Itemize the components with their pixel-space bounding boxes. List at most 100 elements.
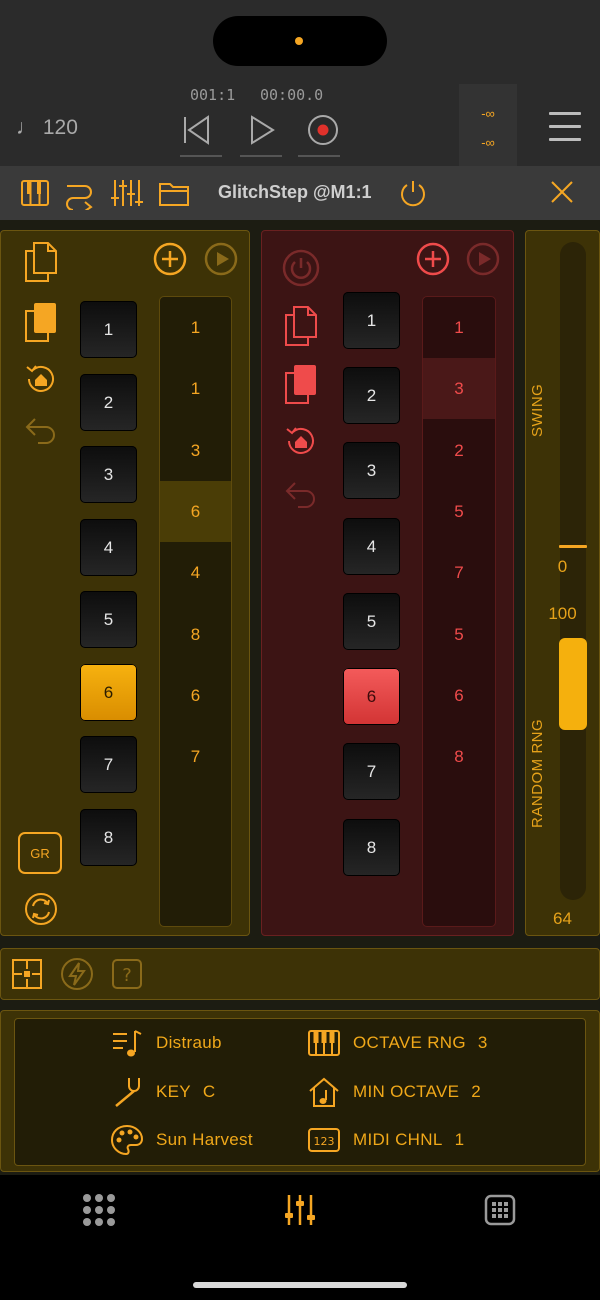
play-circle-icon (466, 242, 500, 276)
min-octave-label: MIN OCTAVE (353, 1082, 460, 1101)
sync-icon[interactable] (22, 890, 60, 928)
sequence-cell[interactable]: 6 (423, 665, 495, 726)
paste-icon[interactable] (22, 300, 60, 344)
left-step-button-3[interactable]: 3 (80, 446, 137, 503)
right-step-button-2[interactable]: 2 (343, 367, 400, 424)
left-sequence-list[interactable]: 1 1 3 6 4 8 6 7 (159, 296, 232, 927)
key-selector[interactable]: KEY C (110, 1076, 216, 1108)
midi-channel-control[interactable]: 123 MIDI CHNL 1 (307, 1124, 464, 1156)
gr-button[interactable]: GR (18, 832, 62, 874)
midi-channel-value: 1 (454, 1130, 465, 1149)
tab-mixer[interactable] (282, 1192, 318, 1228)
octave-range-label: OCTAVE RNG (353, 1033, 466, 1052)
add-step-button[interactable] (152, 241, 188, 277)
mixer-settings-icon[interactable] (111, 178, 143, 208)
sequence-cell[interactable]: 8 (423, 726, 495, 787)
tab-pads[interactable] (81, 1192, 117, 1228)
random-range-top-value: 100 (548, 604, 577, 623)
min-octave-control[interactable]: MIN OCTAVE 2 (307, 1076, 481, 1108)
divider (240, 155, 282, 157)
rewind-button[interactable] (176, 110, 216, 150)
close-icon[interactable] (548, 178, 578, 208)
sequence-cell[interactable]: 1 (423, 297, 495, 358)
play-button[interactable] (242, 110, 282, 150)
right-step-button-3[interactable]: 3 (343, 442, 400, 499)
right-undo-icon[interactable] (282, 478, 320, 512)
camera-notch (213, 16, 387, 66)
right-step-button-1[interactable]: 1 (343, 292, 400, 349)
help-icon[interactable]: ? (110, 957, 144, 991)
left-step-button-6[interactable]: 6 (80, 664, 137, 721)
left-step-button-5[interactable]: 5 (80, 591, 137, 648)
right-step-button-6[interactable]: 6 (343, 668, 400, 725)
plugin-title: GlitchStep @M1:1 (218, 182, 372, 202)
sequence-cell[interactable]: 8 (160, 604, 231, 665)
random-range-slider-handle[interactable] (559, 638, 587, 730)
right-reset-home-icon[interactable] (282, 422, 320, 460)
midi-channel-label: MIDI CHNL (353, 1130, 443, 1149)
right-step-button-4[interactable]: 4 (343, 518, 400, 575)
right-paste-icon[interactable] (282, 362, 320, 406)
right-add-step-button[interactable] (415, 241, 451, 277)
key-label: KEY (156, 1082, 191, 1101)
tuning-fork-icon (110, 1076, 144, 1108)
tab-keypad[interactable] (482, 1192, 518, 1228)
left-step-button-4[interactable]: 4 (80, 519, 137, 576)
swing-label: SWING (529, 383, 546, 437)
octave-range-value: 3 (477, 1033, 488, 1052)
reset-home-icon[interactable] (22, 360, 60, 398)
sequence-cell[interactable]: 4 (160, 542, 231, 603)
hamburger-menu-icon[interactable] (549, 112, 581, 144)
record-button[interactable] (303, 110, 343, 150)
plus-circle-icon (153, 242, 187, 276)
sequence-cell[interactable]: 5 (423, 481, 495, 542)
left-step-button-1[interactable]: 1 (80, 301, 137, 358)
right-power-icon[interactable] (281, 248, 321, 288)
power-icon[interactable] (398, 178, 428, 208)
meter-left-value: -∞ (481, 106, 495, 121)
swing-slider-handle[interactable] (559, 545, 587, 548)
pattern-name: Distraub (156, 1033, 222, 1052)
play-sequence-button[interactable] (203, 241, 239, 277)
left-step-button-7[interactable]: 7 (80, 736, 137, 793)
right-step-button-7[interactable]: 7 (343, 743, 400, 800)
sequence-cell[interactable]: 2 (423, 420, 495, 481)
scale-selector[interactable]: Sun Harvest (110, 1124, 253, 1156)
octave-range-control[interactable]: OCTAVE RNG 3 (307, 1027, 488, 1059)
sequence-cell[interactable]: 7 (160, 726, 231, 787)
sequence-cell-highlighted[interactable]: 3 (423, 358, 495, 419)
right-play-sequence-button[interactable] (465, 241, 501, 277)
sequence-cell[interactable]: 1 (160, 358, 231, 419)
info-panel-inner (14, 1018, 586, 1166)
sequence-cell[interactable]: 3 (160, 420, 231, 481)
home-indicator[interactable] (193, 1282, 407, 1288)
right-step-button-5[interactable]: 5 (343, 593, 400, 650)
lightning-icon[interactable] (59, 956, 95, 992)
keypad-icon (484, 1194, 516, 1226)
folder-icon[interactable] (158, 178, 189, 208)
left-step-button-8[interactable]: 8 (80, 809, 137, 866)
house-music-icon (307, 1076, 341, 1108)
svg-text:?: ? (122, 965, 132, 986)
tempo-display[interactable]: ♩ 120 (16, 116, 78, 140)
sequence-cell-highlighted[interactable]: 6 (160, 481, 231, 542)
right-sequence-list[interactable]: 1 3 2 5 7 5 6 8 (422, 296, 496, 927)
grid-dots-icon (83, 1194, 115, 1226)
plus-circle-icon (416, 242, 450, 276)
undo-icon[interactable] (22, 414, 60, 448)
right-copy-icon[interactable] (282, 304, 320, 348)
sequence-cell[interactable]: 7 (423, 542, 495, 603)
svg-text:123: 123 (314, 1135, 335, 1148)
sequence-cell[interactable]: 5 (423, 604, 495, 665)
left-step-button-2[interactable]: 2 (80, 374, 137, 431)
piano-keys-icon[interactable] (20, 178, 50, 208)
sequence-cell[interactable]: 1 (160, 297, 231, 358)
copy-icon[interactable] (22, 240, 60, 284)
pattern-selector[interactable]: Distraub (110, 1027, 222, 1059)
level-meters: -∞ -∞ (459, 84, 517, 166)
right-step-button-8[interactable]: 8 (343, 819, 400, 876)
sequence-cell[interactable]: 6 (160, 665, 231, 726)
swing-value: 0 (557, 557, 568, 576)
target-crosshair-icon[interactable] (10, 957, 44, 991)
routing-icon[interactable] (63, 178, 93, 212)
